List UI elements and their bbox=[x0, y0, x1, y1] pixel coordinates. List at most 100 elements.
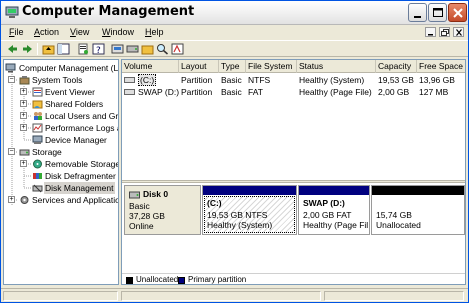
disk-management-icon bbox=[32, 184, 43, 193]
svg-text:?: ? bbox=[96, 46, 101, 55]
partition-size-fs: 2,00 GB FAT bbox=[303, 210, 352, 220]
connect-icon[interactable] bbox=[111, 43, 124, 55]
partition-status: Unallocated bbox=[376, 220, 421, 230]
shared-folder-icon bbox=[32, 100, 43, 109]
format-icon[interactable] bbox=[171, 43, 184, 55]
disk-name: Disk 0 bbox=[143, 189, 169, 199]
tree-item-label: Computer Management (L bbox=[19, 63, 119, 73]
close-button[interactable] bbox=[448, 3, 467, 22]
partition-c[interactable]: (C:) 19,53 GB NTFS Healthy (System) bbox=[202, 185, 297, 235]
tree-item-label: System Tools bbox=[32, 75, 83, 85]
column-header-capacity[interactable]: Capacity bbox=[376, 60, 417, 73]
expand-toggle[interactable]: + bbox=[20, 124, 27, 131]
partition-color-bar bbox=[372, 186, 464, 195]
partition-size: 15,74 GB bbox=[376, 210, 412, 220]
menu-file[interactable]: File bbox=[9, 27, 24, 37]
properties-icon[interactable] bbox=[77, 43, 90, 55]
cell-file-system: NTFS bbox=[248, 75, 271, 85]
cell-free-space: 127 MB bbox=[419, 87, 449, 97]
explore-icon[interactable] bbox=[141, 43, 154, 55]
status-bar bbox=[1, 288, 468, 302]
menu-view[interactable]: View bbox=[70, 27, 89, 37]
tree-item-device-manager[interactable]: Device Manager bbox=[4, 134, 118, 146]
up-folder-icon[interactable] bbox=[42, 43, 55, 55]
status-cell-3 bbox=[324, 291, 464, 301]
services-icon bbox=[20, 196, 29, 204]
volume-icon bbox=[124, 77, 135, 83]
tree-item-removable-storage[interactable]: + Removable Storage bbox=[4, 158, 118, 170]
tree-item-label: Disk Management bbox=[44, 182, 115, 194]
users-icon bbox=[34, 112, 42, 120]
collapse-toggle[interactable]: − bbox=[8, 76, 15, 83]
computer-icon bbox=[5, 63, 16, 73]
menu-window-label: indow bbox=[110, 27, 135, 37]
mdi-close-button[interactable] bbox=[453, 27, 464, 37]
menu-window-accel: W bbox=[102, 27, 111, 37]
expand-toggle[interactable]: + bbox=[20, 112, 27, 119]
collapse-toggle[interactable]: − bbox=[8, 148, 15, 155]
expand-toggle[interactable]: + bbox=[20, 160, 27, 167]
column-header-status[interactable]: Status bbox=[297, 60, 376, 73]
computer-management-icon bbox=[5, 6, 19, 18]
back-arrow-icon[interactable] bbox=[6, 43, 19, 55]
help-icon[interactable]: ? bbox=[92, 43, 105, 55]
cell-volume: SWAP (D:) bbox=[138, 87, 179, 97]
legend-label-unallocated: Unallocated bbox=[136, 275, 179, 284]
tree-item-label: Performance Logs a bbox=[45, 123, 119, 133]
column-header-layout[interactable]: Layout bbox=[179, 60, 219, 73]
cell-status: Healthy (Page File) bbox=[299, 87, 372, 97]
menu-help[interactable]: Help bbox=[145, 27, 164, 37]
partition-body: (C:) 19,53 GB NTFS Healthy (System) bbox=[204, 196, 295, 233]
partition-color-bar bbox=[299, 186, 369, 195]
mdi-restore-icon bbox=[440, 29, 449, 36]
tree-item-shared-folders[interactable]: + Shared Folders bbox=[4, 98, 118, 110]
tree-item-performance-logs[interactable]: + Performance Logs a bbox=[4, 122, 119, 134]
toolbar-separator bbox=[37, 43, 38, 55]
disk-icon[interactable] bbox=[126, 43, 139, 55]
volume-name-selected: (C:) bbox=[138, 74, 157, 86]
status-cell-1 bbox=[3, 291, 118, 301]
show-hide-tree-icon[interactable] bbox=[57, 43, 70, 55]
tree-item-computer-management[interactable]: Computer Management (L bbox=[4, 62, 119, 74]
volume-row-d[interactable]: SWAP (D:) Partition Basic FAT Healthy (P… bbox=[122, 86, 465, 98]
column-header-file-system[interactable]: File System bbox=[246, 60, 297, 73]
partition-unallocated[interactable]: 15,74 GB Unallocated bbox=[371, 185, 465, 235]
minimize-button[interactable] bbox=[408, 3, 427, 22]
tree-item-event-viewer[interactable]: + Event Viewer bbox=[4, 86, 118, 98]
tree-item-system-tools[interactable]: − System Tools bbox=[4, 74, 118, 86]
cell-type: Basic bbox=[221, 75, 242, 85]
tree-item-disk-management[interactable]: Disk Management bbox=[4, 182, 118, 194]
tree-item-services-and-applications[interactable]: + Services and Applicatio bbox=[4, 194, 118, 206]
expand-toggle[interactable]: + bbox=[8, 196, 15, 203]
menu-help-label: elp bbox=[151, 27, 164, 37]
console-tree[interactable]: Computer Management (L − System Tools + … bbox=[3, 59, 119, 285]
partition-status: Healthy (System) bbox=[207, 220, 273, 230]
volume-row-c[interactable]: (C:) Partition Basic NTFS Healthy (Syste… bbox=[122, 74, 465, 86]
cell-status: Healthy (System) bbox=[299, 75, 365, 85]
partition-d[interactable]: SWAP (D:) 2,00 GB FAT Healthy (Page Fil bbox=[298, 185, 370, 235]
title-bar[interactable]: Computer Management bbox=[1, 1, 468, 25]
legend-swatch-unallocated bbox=[126, 277, 133, 284]
cell-capacity: 19,53 GB bbox=[378, 75, 414, 85]
disk-graphical-view: Disk 0 Basic 37,28 GB Online (C:) 19,53 … bbox=[122, 183, 465, 284]
disk-0-label[interactable]: Disk 0 Basic 37,28 GB Online bbox=[124, 185, 201, 235]
search-icon[interactable] bbox=[156, 43, 169, 55]
column-header-free-space[interactable]: Free Space bbox=[417, 60, 465, 73]
expand-toggle[interactable]: + bbox=[20, 100, 27, 107]
forward-arrow-icon[interactable] bbox=[21, 43, 34, 55]
disk-size: 37,28 GB bbox=[129, 211, 165, 221]
mdi-restore-button[interactable] bbox=[438, 27, 450, 37]
partition-status: Healthy (Page Fil bbox=[303, 220, 369, 230]
column-header-type[interactable]: Type bbox=[219, 60, 246, 73]
tree-item-storage[interactable]: − Storage bbox=[4, 146, 118, 158]
column-header-volume[interactable]: Volume bbox=[122, 60, 179, 73]
maximize-button[interactable] bbox=[428, 3, 447, 22]
menu-window[interactable]: Window bbox=[102, 27, 134, 37]
expand-toggle[interactable]: + bbox=[20, 88, 27, 95]
menu-action[interactable]: Action bbox=[34, 27, 59, 37]
tree-item-local-users-and-groups[interactable]: + Local Users and Gro bbox=[4, 110, 118, 122]
tree-item-disk-defragmenter[interactable]: Disk Defragmenter bbox=[4, 170, 118, 182]
cell-file-system: FAT bbox=[248, 87, 263, 97]
mdi-minimize-icon bbox=[427, 34, 433, 36]
mdi-minimize-button[interactable] bbox=[424, 27, 436, 37]
